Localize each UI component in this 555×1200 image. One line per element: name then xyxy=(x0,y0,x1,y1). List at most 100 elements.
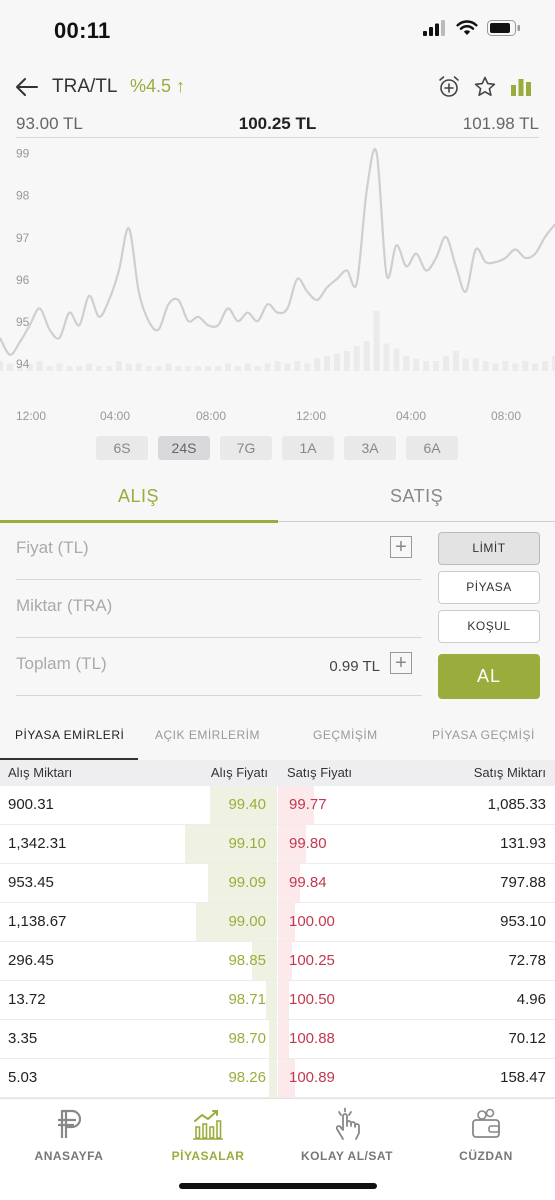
volume-bar xyxy=(393,348,400,371)
buy-amount: 1,342.31 xyxy=(8,835,67,852)
order-book: 900.31 99.40 99.77 1,085.33 1,342.31 99.… xyxy=(0,786,555,1098)
plus-icon: + xyxy=(395,536,407,558)
sell-amount: 158.47 xyxy=(500,1069,546,1086)
tab-open-orders[interactable]: AÇIK EMİRLERİM xyxy=(155,728,260,742)
total-increment-button[interactable]: + xyxy=(390,652,412,674)
alarm-button[interactable] xyxy=(434,72,464,102)
volume-bar xyxy=(165,363,172,371)
volume-bar xyxy=(86,363,93,371)
volume-bar xyxy=(452,351,459,371)
range-tab[interactable]: 6A xyxy=(406,436,458,460)
order-book-row[interactable]: 953.45 99.09 99.84 797.88 xyxy=(0,864,555,903)
favorite-button[interactable] xyxy=(470,72,500,102)
volume-bar xyxy=(482,361,489,371)
buy-price: 99.40 xyxy=(228,796,266,813)
order-book-row[interactable]: 1,138.67 99.00 100.00 953.10 xyxy=(0,903,555,942)
tab-market-orders[interactable]: PİYASA EMİRLERİ xyxy=(15,728,124,742)
amount-field[interactable]: Miktar (TRA) xyxy=(16,580,422,638)
tab-sell[interactable]: SATIŞ xyxy=(390,486,443,507)
back-arrow-icon xyxy=(16,78,38,96)
buy-amount: 1,138.67 xyxy=(8,913,67,930)
total-field[interactable]: Toplam (TL) 0.99 TL + xyxy=(16,638,422,696)
buy-price: 98.26 xyxy=(228,1069,266,1086)
signal-icon xyxy=(423,20,445,36)
volume-bar xyxy=(314,358,321,371)
easy-trade-icon xyxy=(335,1107,360,1140)
volume-bar xyxy=(423,361,430,371)
order-book-row[interactable]: 1,342.31 99.10 99.80 131.93 xyxy=(0,825,555,864)
sell-price: 99.77 xyxy=(289,796,327,813)
sell-price: 99.80 xyxy=(289,835,327,852)
volume-bar xyxy=(106,366,113,371)
order-tabs: ALIŞ SATIŞ xyxy=(0,478,555,523)
price-chart[interactable]: 99 98 97 96 95 94 12:00 04:00 08:00 12:00 04:00 08:… xyxy=(0,140,555,430)
price-field[interactable]: Fiyat (TL) + xyxy=(16,522,422,580)
sell-price: 100.00 xyxy=(289,913,335,930)
volume-bar xyxy=(502,361,509,371)
order-type-condition[interactable]: KOŞUL xyxy=(438,610,540,643)
sell-amount: 797.88 xyxy=(500,874,546,891)
volume-bar xyxy=(96,366,103,371)
x-tick-label: 08:00 xyxy=(196,409,226,423)
range-tab[interactable]: 24S xyxy=(158,436,210,460)
volume-bar xyxy=(244,363,251,371)
nav-easy-trade-label: KOLAY AL/SAT xyxy=(300,1149,393,1163)
range-tab[interactable]: 1A xyxy=(282,436,334,460)
order-book-row[interactable]: 296.45 98.85 100.25 72.78 xyxy=(0,942,555,981)
buy-depth-bar xyxy=(268,1059,277,1097)
volume-bar xyxy=(175,366,182,371)
y-tick-label: 94 xyxy=(16,357,30,371)
order-book-row[interactable]: 3.35 98.70 100.88 70.12 xyxy=(0,1020,555,1059)
range-tab[interactable]: 7G xyxy=(220,436,272,460)
volume-bar xyxy=(472,358,479,371)
volume-bar xyxy=(522,361,529,371)
volume-bar xyxy=(403,356,410,371)
sell-depth-bar xyxy=(278,1020,290,1058)
home-p-icon xyxy=(58,1109,82,1138)
sell-amount: 1,085.33 xyxy=(487,796,546,813)
range-tab[interactable]: 6S xyxy=(96,436,148,460)
volume-bar xyxy=(125,363,132,371)
nav-markets[interactable]: PİYASALAR xyxy=(139,1107,277,1163)
buy-submit-button[interactable]: AL xyxy=(438,654,540,699)
order-type-market[interactable]: PİYASA xyxy=(438,571,540,604)
volume-bar xyxy=(155,366,162,371)
volume-bar xyxy=(145,366,152,371)
volume-bar xyxy=(433,361,440,371)
market-tabs: PİYASA EMİRLERİ AÇIK EMİRLERİM GEÇMİŞİM … xyxy=(0,720,555,760)
pair-name: TRA/TL xyxy=(52,76,118,97)
volume-bar xyxy=(6,363,13,371)
volume-bar xyxy=(224,363,231,371)
volume-bar xyxy=(492,363,499,371)
sell-price: 100.50 xyxy=(289,991,335,1008)
sell-amount: 131.93 xyxy=(500,835,546,852)
back-button[interactable] xyxy=(12,72,42,102)
order-book-row[interactable]: 5.03 98.26 100.89 158.47 xyxy=(0,1059,555,1098)
volume-bar xyxy=(343,351,350,371)
price-increment-button[interactable]: + xyxy=(390,536,412,558)
range-tab[interactable]: 3A xyxy=(344,436,396,460)
pair-change: %4.5 ↑ xyxy=(130,76,186,96)
nav-home[interactable]: ANASAYFA xyxy=(0,1107,138,1163)
nav-easy-trade[interactable]: KOLAY AL/SAT xyxy=(278,1107,416,1163)
chart-toggle-button[interactable] xyxy=(506,72,536,102)
tab-buy[interactable]: ALIŞ xyxy=(118,486,159,507)
volume-bar xyxy=(324,356,331,371)
nav-wallet[interactable]: CÜZDAN xyxy=(417,1107,555,1163)
sell-depth-bar xyxy=(278,981,290,1019)
tab-my-history[interactable]: GEÇMİŞİM xyxy=(313,728,378,742)
tab-market-history[interactable]: PİYASA GEÇMİŞİ xyxy=(432,728,535,742)
volume-bar xyxy=(185,366,192,371)
total-value: 0.99 TL xyxy=(329,658,380,675)
volume-bar xyxy=(215,366,222,371)
order-book-row[interactable]: 13.72 98.71 100.50 4.96 xyxy=(0,981,555,1020)
order-type-limit[interactable]: LİMİT xyxy=(438,532,540,565)
volume-bar xyxy=(542,361,549,371)
nav-home-label: ANASAYFA xyxy=(34,1149,104,1163)
nav-wallet-label: CÜZDAN xyxy=(459,1149,513,1163)
volume-bar xyxy=(234,366,241,371)
order-book-row[interactable]: 900.31 99.40 99.77 1,085.33 xyxy=(0,786,555,825)
plus-icon: + xyxy=(395,652,407,674)
y-tick-label: 98 xyxy=(16,189,30,203)
volume-bar xyxy=(66,366,73,371)
